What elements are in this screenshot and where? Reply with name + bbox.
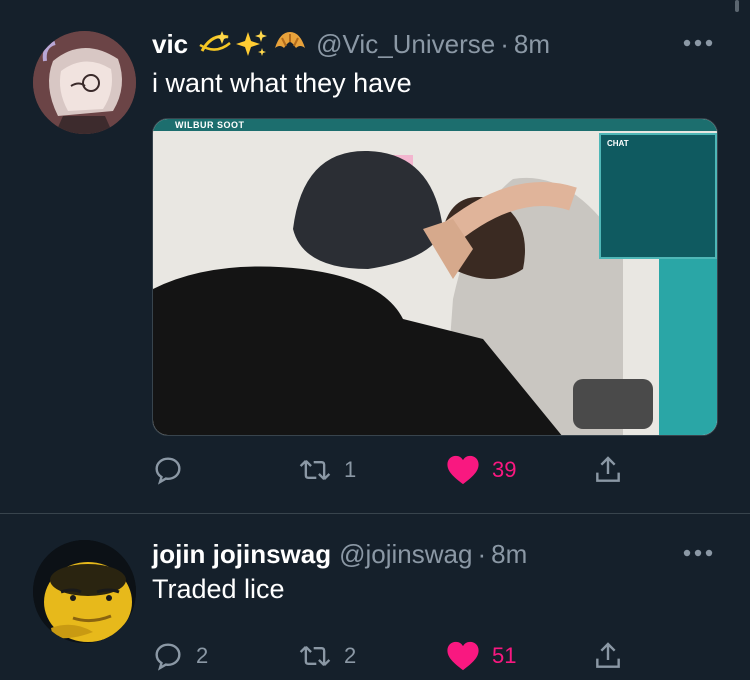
timestamp[interactable]: 8m: [491, 539, 527, 570]
like-button[interactable]: 51: [446, 636, 516, 676]
separator: ·: [500, 28, 509, 59]
like-count: 51: [492, 643, 517, 668]
stream-chat-panel: CHAT: [599, 133, 717, 259]
name-emojis: [198, 28, 308, 60]
separator: ·: [477, 538, 487, 569]
tweet-header: vic @Vic_Universe · 8m: [152, 24, 550, 64]
more-options-icon[interactable]: [682, 548, 714, 558]
reply-icon: [155, 457, 181, 485]
tweet[interactable]: vic @Vic_Universe · 8m i want what they …: [0, 0, 750, 514]
heart-icon: [447, 641, 479, 671]
retweet-icon: [299, 646, 331, 666]
sparkles-icon: [236, 30, 268, 56]
tweet-text: Traded lice: [152, 574, 285, 604]
tweet-actions: 1 39: [152, 450, 632, 490]
tweet-actions: 2 2 51: [152, 636, 632, 676]
retweet-button[interactable]: 1: [298, 450, 356, 490]
reply-icon: [155, 643, 181, 671]
like-count: 39: [492, 457, 517, 482]
share-icon: [596, 456, 620, 482]
like-button[interactable]: 39: [446, 450, 516, 490]
reply-count: 2: [196, 643, 209, 668]
croissant-icon: [275, 32, 306, 48]
timestamp[interactable]: 8m: [514, 29, 550, 60]
avatar-illustration: [33, 31, 136, 134]
reply-button[interactable]: 2: [152, 636, 208, 676]
heart-icon: [447, 455, 479, 485]
avatar-illustration: [33, 540, 136, 643]
display-name[interactable]: jojin jojinswag: [152, 539, 331, 570]
window-title: WILBUR SOOT: [175, 120, 245, 130]
share-icon: [596, 642, 620, 668]
retweet-count: 2: [344, 643, 357, 668]
dizzy-icon: [199, 31, 231, 52]
share-button[interactable]: [592, 636, 624, 676]
handle[interactable]: @jojinswag: [339, 539, 472, 570]
tweet[interactable]: jojin jojinswag @jojinswag · 8m Traded l…: [0, 514, 750, 680]
avatar[interactable]: [33, 540, 136, 643]
share-button[interactable]: [592, 450, 624, 490]
retweet-icon: [299, 460, 331, 480]
avatar[interactable]: [33, 31, 136, 134]
display-name[interactable]: vic: [152, 29, 188, 60]
more-options-icon[interactable]: [682, 38, 714, 48]
tweet-header: jojin jojinswag @jojinswag · 8m: [152, 534, 527, 574]
window-title-bar: WILBUR SOOT: [153, 119, 717, 131]
handle[interactable]: @Vic_Universe: [316, 29, 495, 60]
retweet-button[interactable]: 2: [298, 636, 356, 676]
retweet-count: 1: [344, 457, 357, 482]
stream-side-panel: [659, 259, 717, 435]
reply-button[interactable]: [152, 450, 196, 490]
tweet-text: i want what they have: [152, 68, 412, 98]
chat-title: CHAT: [607, 139, 629, 148]
tweet-media-image[interactable]: WILBUR SOOT CHAT: [152, 118, 718, 436]
